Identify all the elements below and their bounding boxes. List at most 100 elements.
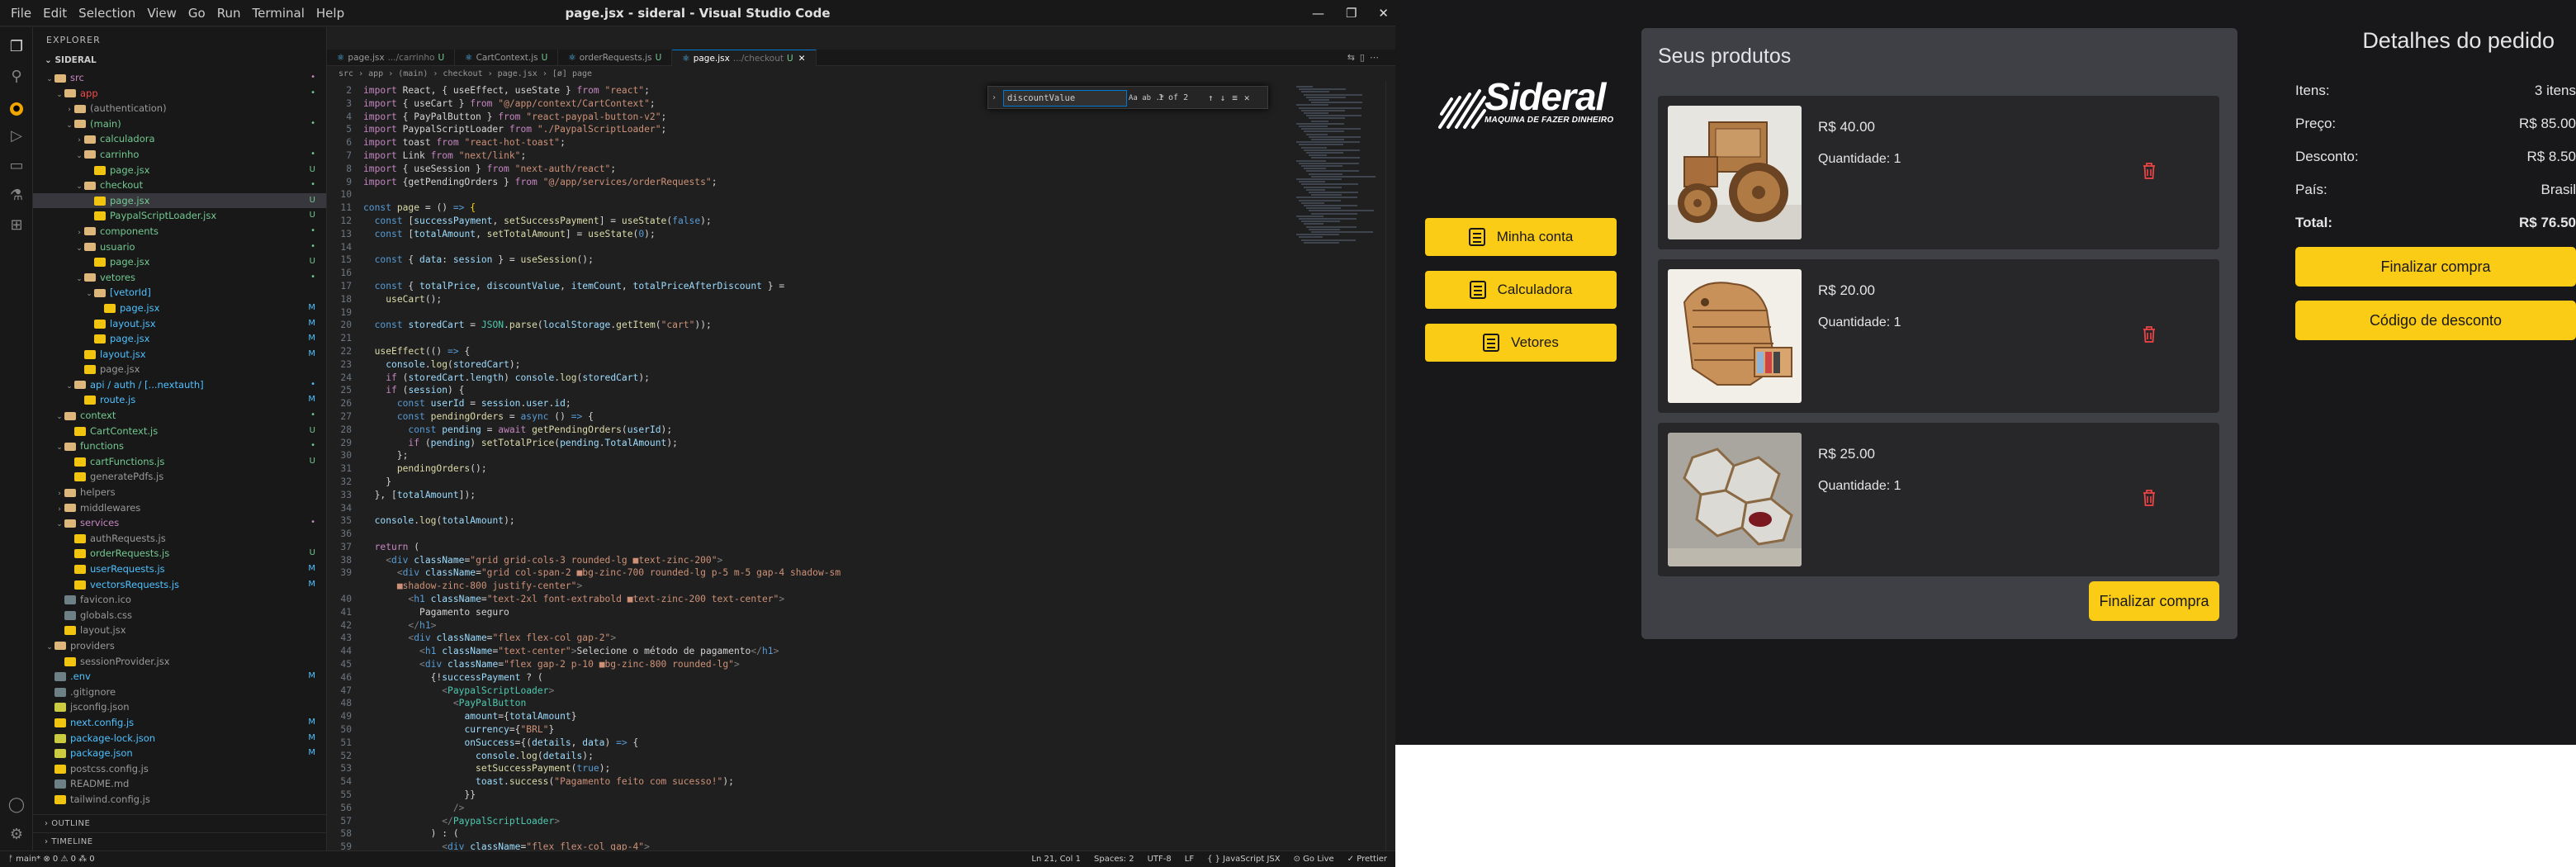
finalizar-compra-button[interactable]: Finalizar compra: [2295, 247, 2576, 287]
tree-file[interactable]: sessionProvider.jsx: [33, 654, 326, 670]
settings-gear-icon[interactable]: ⚙: [7, 825, 26, 845]
sideral-logo[interactable]: Sideral MAQUINA DE FAZER DINHEIRO: [1437, 74, 1618, 132]
tab-close-icon[interactable]: ✕: [798, 54, 806, 64]
tree-folder[interactable]: › calculadora: [33, 131, 326, 147]
tree-file[interactable]: globals.css: [33, 608, 326, 623]
tree-file[interactable]: CartContext.js U: [33, 424, 326, 439]
tree-file[interactable]: page.jsx M: [33, 301, 326, 316]
menu-go[interactable]: Go: [182, 0, 211, 26]
tree-folder[interactable]: ⌄ vetores •: [33, 270, 326, 286]
editor-tab[interactable]: ⚛ CartContext.js U: [455, 50, 559, 66]
tree-folder[interactable]: › (authentication): [33, 101, 326, 116]
explorer-icon[interactable]: ❐: [7, 37, 26, 57]
testing-icon[interactable]: ⚗: [7, 186, 26, 206]
nav-minha-conta-button[interactable]: Minha conta: [1425, 218, 1617, 256]
menu-run[interactable]: Run: [211, 0, 247, 26]
tree-folder[interactable]: › components •: [33, 224, 326, 239]
tree-folder[interactable]: ⌄ functions •: [33, 438, 326, 454]
tree-file[interactable]: route.js M: [33, 392, 326, 408]
status-item[interactable]: ⊙ Go Live: [1294, 851, 1334, 867]
status-item[interactable]: Spaces: 2: [1094, 851, 1134, 867]
tree-file[interactable]: userRequests.js M: [33, 561, 326, 577]
editor-tab[interactable]: ⚛ page.jsx .../checkout U ✕: [672, 50, 817, 66]
menu-help[interactable]: Help: [310, 0, 350, 26]
tree-file[interactable]: page.jsx U: [33, 254, 326, 270]
find-input[interactable]: discountValue: [1003, 90, 1127, 107]
remote-explorer-icon[interactable]: ▭: [7, 156, 26, 176]
tree-folder[interactable]: ⌄ [vetorId]: [33, 285, 326, 301]
status-item[interactable]: LF: [1185, 851, 1194, 867]
tree-folder[interactable]: › helpers: [33, 485, 326, 500]
minimize-icon[interactable]: —: [1312, 6, 1324, 21]
tree-file[interactable]: page.jsx U: [33, 192, 326, 209]
status-item[interactable]: ✓ Prettier: [1347, 851, 1387, 867]
tree-file[interactable]: layout.jsx: [33, 623, 326, 638]
tree-folder[interactable]: ⌄ providers: [33, 638, 326, 654]
status-item[interactable]: UTF-8: [1148, 851, 1172, 867]
status-item[interactable]: Ln 21, Col 1: [1031, 851, 1081, 867]
menu-terminal[interactable]: Terminal: [247, 0, 310, 26]
tree-file[interactable]: page.jsx: [33, 362, 326, 377]
breadcrumb[interactable]: src › app › (main) › checkout › page.jsx…: [339, 68, 592, 81]
tree-folder[interactable]: ⌄ checkout •: [33, 178, 326, 193]
tree-folder[interactable]: ⌄ context •: [33, 408, 326, 424]
tree-file[interactable]: cartFunctions.js U: [33, 454, 326, 470]
tree-file[interactable]: jsconfig.json: [33, 699, 326, 715]
run-debug-icon[interactable]: ▷: [7, 126, 26, 146]
tree-file[interactable]: layout.jsx M: [33, 316, 326, 332]
nav-vetores-button[interactable]: Vetores: [1425, 324, 1617, 362]
tree-file[interactable]: README.md: [33, 776, 326, 792]
search-icon[interactable]: ⚲: [7, 67, 26, 87]
tree-folder[interactable]: ⌄ carrinho •: [33, 147, 326, 163]
tree-file[interactable]: page.jsx M: [33, 331, 326, 347]
outline-section[interactable]: › OUTLINE: [33, 814, 326, 832]
tree-file[interactable]: next.config.js M: [33, 715, 326, 731]
chevron-right-icon[interactable]: ›: [992, 90, 997, 107]
tree-file[interactable]: .gitignore: [33, 685, 326, 700]
menu-selection[interactable]: Selection: [73, 0, 141, 26]
nav-calculadora-button[interactable]: Calculadora: [1425, 271, 1617, 309]
tree-file[interactable]: tailwind.config.js: [33, 792, 326, 808]
close-icon[interactable]: ✕: [1378, 6, 1389, 21]
tree-folder[interactable]: ⌄ app •: [33, 86, 326, 102]
tree-folder[interactable]: ⌄ usuario •: [33, 239, 326, 255]
timeline-section[interactable]: › TIMELINE: [33, 832, 326, 850]
tree-folder[interactable]: ⌄ (main) •: [33, 116, 326, 132]
tree-file[interactable]: authRequests.js: [33, 531, 326, 547]
tree-file[interactable]: vectorsRequests.js M: [33, 577, 326, 593]
trash-icon[interactable]: [2142, 162, 2157, 180]
editor-tab[interactable]: ⚛ page.jsx .../carrinho U: [327, 50, 456, 66]
find-navigation-icons[interactable]: ↑↓≡✕: [1208, 90, 1257, 107]
account-icon[interactable]: ◯: [7, 795, 26, 815]
editor-tab[interactable]: ⚛ orderRequests.js U: [558, 50, 673, 66]
tree-file[interactable]: postcss.config.js: [33, 761, 326, 777]
trash-icon[interactable]: [2142, 489, 2157, 507]
status-branch[interactable]: ᚠ main* ⊗ 0 ⚠ 0 ⁂ 0: [8, 851, 95, 867]
codigo-desconto-button[interactable]: Código de desconto: [2295, 301, 2576, 340]
tree-folder[interactable]: ⌄ api / auth / [...nextauth] •: [33, 377, 326, 393]
status-item[interactable]: { } JavaScript JSX: [1207, 851, 1281, 867]
minimap[interactable]: [1293, 81, 1384, 850]
menu-file[interactable]: File: [5, 0, 37, 26]
workspace-root[interactable]: ⌄ SIDERAL: [45, 55, 97, 65]
tree-file[interactable]: package.json M: [33, 746, 326, 761]
tree-file[interactable]: page.jsx U: [33, 163, 326, 178]
tree-file[interactable]: favicon.ico: [33, 592, 326, 608]
editor-actions[interactable]: ⇆▯⋯: [1347, 50, 1384, 66]
tree-file[interactable]: layout.jsx M: [33, 347, 326, 362]
tree-file[interactable]: generatePdfs.js: [33, 469, 326, 485]
tree-file[interactable]: package-lock.json M: [33, 731, 326, 746]
menu-view[interactable]: View: [141, 0, 182, 26]
tree-folder[interactable]: ⌄ src •: [33, 70, 326, 86]
tree-file[interactable]: .env M: [33, 669, 326, 685]
tree-file[interactable]: PaypalScriptLoader.jsx U: [33, 208, 326, 224]
extensions-icon[interactable]: ⊞: [7, 216, 26, 235]
tree-folder[interactable]: ⌄ services •: [33, 515, 326, 531]
editor-scrollbar[interactable]: [1385, 81, 1395, 850]
finalizar-compra-bottom-button[interactable]: Finalizar compra: [2089, 581, 2219, 621]
source-control-icon[interactable]: ●: [7, 97, 26, 116]
tree-file[interactable]: orderRequests.js U: [33, 546, 326, 561]
tree-folder[interactable]: › middlewares: [33, 500, 326, 516]
code-editor[interactable]: 2 import React, { useEffect, useState } f…: [327, 81, 1293, 850]
restore-icon[interactable]: ❐: [1346, 6, 1357, 21]
